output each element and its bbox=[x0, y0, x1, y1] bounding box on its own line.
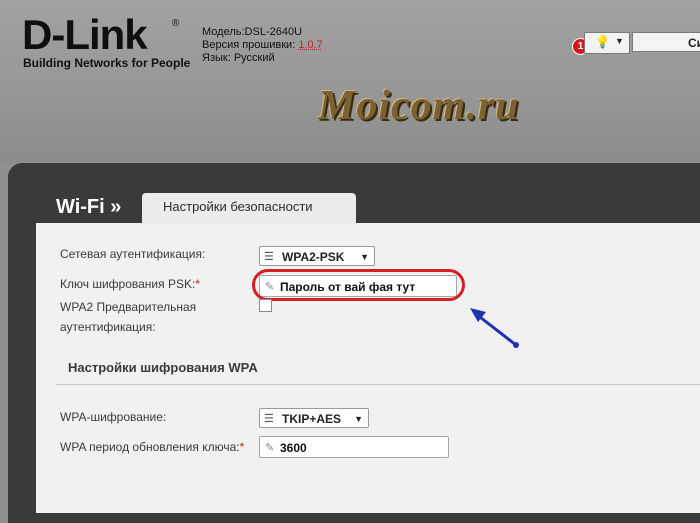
auth-select[interactable]: ☰ WPA2-PSK ▼ bbox=[259, 246, 375, 266]
pencil-icon: ✎ bbox=[265, 442, 275, 454]
wpa-section-title: Настройки шифрования WPA bbox=[68, 360, 258, 375]
preauth-checkbox[interactable] bbox=[259, 299, 272, 312]
device-info: Модель:DSL-2640U Версия прошивки: 1.0.7 … bbox=[202, 26, 323, 65]
rekey-label: WPA период обновления ключа:* bbox=[60, 440, 245, 454]
highlight-ellipse bbox=[252, 269, 465, 301]
system-menu-button[interactable]: Си bbox=[632, 32, 700, 52]
psk-label: Ключ шифрования PSK:* bbox=[60, 277, 200, 291]
auth-select-value: WPA2-PSK bbox=[282, 250, 345, 264]
model-value: DSL-2640U bbox=[244, 26, 303, 38]
arrow-shaft bbox=[474, 312, 518, 347]
required-mark: * bbox=[195, 277, 200, 291]
wpa-section: Настройки шифрования WPA bbox=[56, 356, 700, 385]
preauth-label-line1: WPA2 Предварительная bbox=[60, 300, 197, 314]
arrow-tail bbox=[513, 342, 519, 348]
required-mark: * bbox=[239, 440, 245, 454]
notifications-button[interactable]: 💡 ▼ bbox=[584, 32, 630, 54]
firmware-version-link[interactable]: 1.0.7 bbox=[298, 39, 322, 51]
rekey-input[interactable]: ✎ 3600 bbox=[259, 436, 449, 458]
chevron-down-icon: ▼ bbox=[615, 36, 624, 46]
auth-label: Сетевая аутентификация: bbox=[60, 247, 206, 261]
pointer-arrow bbox=[470, 308, 519, 348]
list-icon: ☰ bbox=[264, 251, 274, 263]
language-line: Язык: Русский bbox=[202, 52, 275, 64]
wpa-encryption-label: WPA-шифрование: bbox=[60, 410, 167, 424]
tab-security-settings[interactable]: Настройки безопасности bbox=[142, 193, 356, 223]
firmware-line: Версия прошивки: 1.0.7 bbox=[202, 39, 323, 51]
registered-mark: ® bbox=[172, 18, 180, 29]
logo-tagline: Building Networks for People bbox=[23, 56, 191, 70]
wpa-encryption-value: TKIP+AES bbox=[282, 412, 342, 426]
page-title: Wi-Fi » bbox=[56, 196, 122, 218]
list-icon: ☰ bbox=[264, 413, 274, 425]
chevron-down-icon: ▼ bbox=[354, 414, 363, 424]
dlink-logo: D-Link bbox=[22, 11, 148, 58]
rekey-input-value: 3600 bbox=[280, 441, 307, 455]
chevron-down-icon: ▼ bbox=[360, 252, 369, 262]
lightbulb-icon: 💡 bbox=[595, 35, 610, 49]
watermark: Moicom.ru bbox=[318, 83, 520, 129]
wpa-encryption-select[interactable]: ☰ TKIP+AES ▼ bbox=[259, 408, 369, 428]
preauth-label-line2: аутентификация: bbox=[60, 320, 156, 334]
header: D-Link ® Building Networks for People Мо… bbox=[0, 0, 700, 162]
model-line: Модель:DSL-2640U bbox=[202, 26, 303, 38]
language-value: Русский bbox=[233, 52, 275, 64]
